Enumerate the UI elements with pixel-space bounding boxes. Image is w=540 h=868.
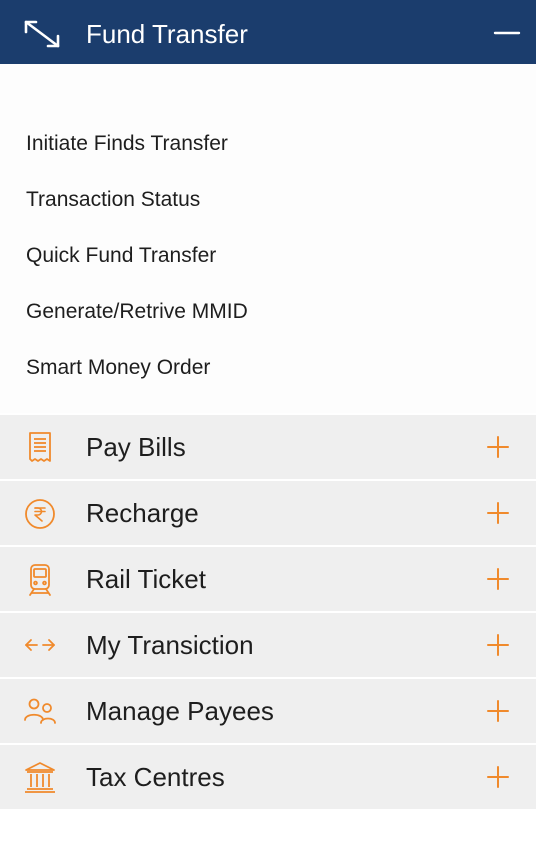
plus-icon[interactable] <box>486 567 510 591</box>
submenu-item-smart-money-order[interactable]: Smart Money Order <box>0 340 536 396</box>
section-manage-payees[interactable]: Manage Payees <box>0 677 536 743</box>
fund-transfer-submenu: Initiate Finds Transfer Transaction Stat… <box>0 64 536 435</box>
plus-icon[interactable] <box>486 633 510 657</box>
section-label: Rail Ticket <box>86 564 206 594</box>
fund-transfer-title: Fund Transfer <box>86 19 248 49</box>
train-icon <box>29 564 51 596</box>
section-label: My Transiction <box>86 630 254 660</box>
rupee-coin-icon <box>25 499 55 529</box>
submenu-item-transaction-status[interactable]: Transaction Status <box>0 172 536 228</box>
swap-arrows-icon <box>25 639 55 651</box>
people-icon <box>24 698 56 724</box>
bank-icon <box>25 762 55 793</box>
section-tax-centres[interactable]: Tax Centres <box>0 743 536 809</box>
section-recharge[interactable]: Recharge <box>0 479 536 545</box>
submenu-item-generate-mmid[interactable]: Generate/Retrive MMID <box>0 284 536 340</box>
section-my-transaction[interactable]: My Transiction <box>0 611 536 677</box>
section-label: Tax Centres <box>86 762 225 792</box>
section-pay-bills[interactable]: Pay Bills <box>0 413 536 479</box>
plus-icon[interactable] <box>486 765 510 789</box>
submenu-item-quick-fund-transfer[interactable]: Quick Fund Transfer <box>0 228 536 284</box>
section-label: Recharge <box>86 498 199 528</box>
plus-icon[interactable] <box>486 501 510 525</box>
fund-transfer-header[interactable]: Fund Transfer <box>0 0 536 64</box>
plus-icon[interactable] <box>486 699 510 723</box>
submenu-item-initiate-funds-transfer[interactable]: Initiate Finds Transfer <box>0 116 536 172</box>
receipt-icon <box>29 432 51 462</box>
section-label: Pay Bills <box>86 432 186 462</box>
plus-icon[interactable] <box>486 435 510 459</box>
section-rail-ticket[interactable]: Rail Ticket <box>0 545 536 611</box>
transfer-arrows-icon <box>24 20 60 48</box>
section-label: Manage Payees <box>86 696 274 726</box>
minus-icon[interactable] <box>492 18 522 48</box>
side-menu: Fund Transfer Initiate Finds Transfer Tr… <box>0 0 536 809</box>
